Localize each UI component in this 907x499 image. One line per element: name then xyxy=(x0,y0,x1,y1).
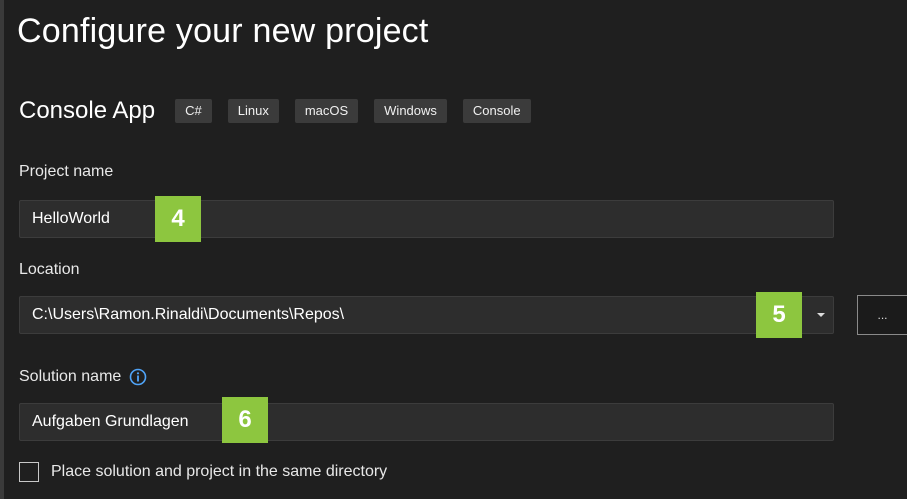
tag-windows: Windows xyxy=(374,99,447,123)
same-directory-option[interactable]: Place solution and project in the same d… xyxy=(19,462,387,482)
page-title: Configure your new project xyxy=(17,12,429,50)
project-name-label: Project name xyxy=(19,163,114,180)
step-badge-4: 4 xyxy=(155,196,201,242)
tag-macos: macOS xyxy=(294,99,359,123)
same-directory-label: Place solution and project in the same d… xyxy=(51,463,388,480)
project-name-value: HelloWorld xyxy=(32,210,110,227)
tag-linux: Linux xyxy=(227,99,279,123)
same-directory-checkbox[interactable] xyxy=(19,462,39,482)
tag-csharp: C# xyxy=(175,99,212,123)
location-value: C:\Users\Ramon.Rinaldi\Documents\Repos\ xyxy=(32,306,345,323)
step-badge-5: 5 xyxy=(756,292,802,338)
solution-name-input[interactable]: Aufgaben Grundlagen xyxy=(19,403,834,441)
solution-name-label-text: Solution name xyxy=(19,368,122,385)
window-left-edge xyxy=(0,0,4,499)
location-combobox[interactable]: C:\Users\Ramon.Rinaldi\Documents\Repos\ xyxy=(19,296,834,334)
browse-button[interactable]: ... xyxy=(857,295,907,335)
template-name: Console App xyxy=(19,97,156,124)
solution-name-label: Solution name xyxy=(19,368,147,386)
template-header: Console App C# Linux macOS Windows Conso… xyxy=(19,94,547,128)
info-icon[interactable] xyxy=(129,368,147,386)
project-name-input[interactable]: HelloWorld xyxy=(19,200,834,238)
step-badge-6: 6 xyxy=(222,397,268,443)
chevron-down-icon[interactable] xyxy=(808,296,834,334)
location-label: Location xyxy=(19,261,80,278)
tag-console: Console xyxy=(462,99,531,123)
chevron-down-icon-glyph xyxy=(817,313,825,317)
info-icon-glyph xyxy=(129,368,147,386)
solution-name-value: Aufgaben Grundlagen xyxy=(32,413,189,430)
configure-project-window: Configure your new project Console App C… xyxy=(0,0,907,499)
